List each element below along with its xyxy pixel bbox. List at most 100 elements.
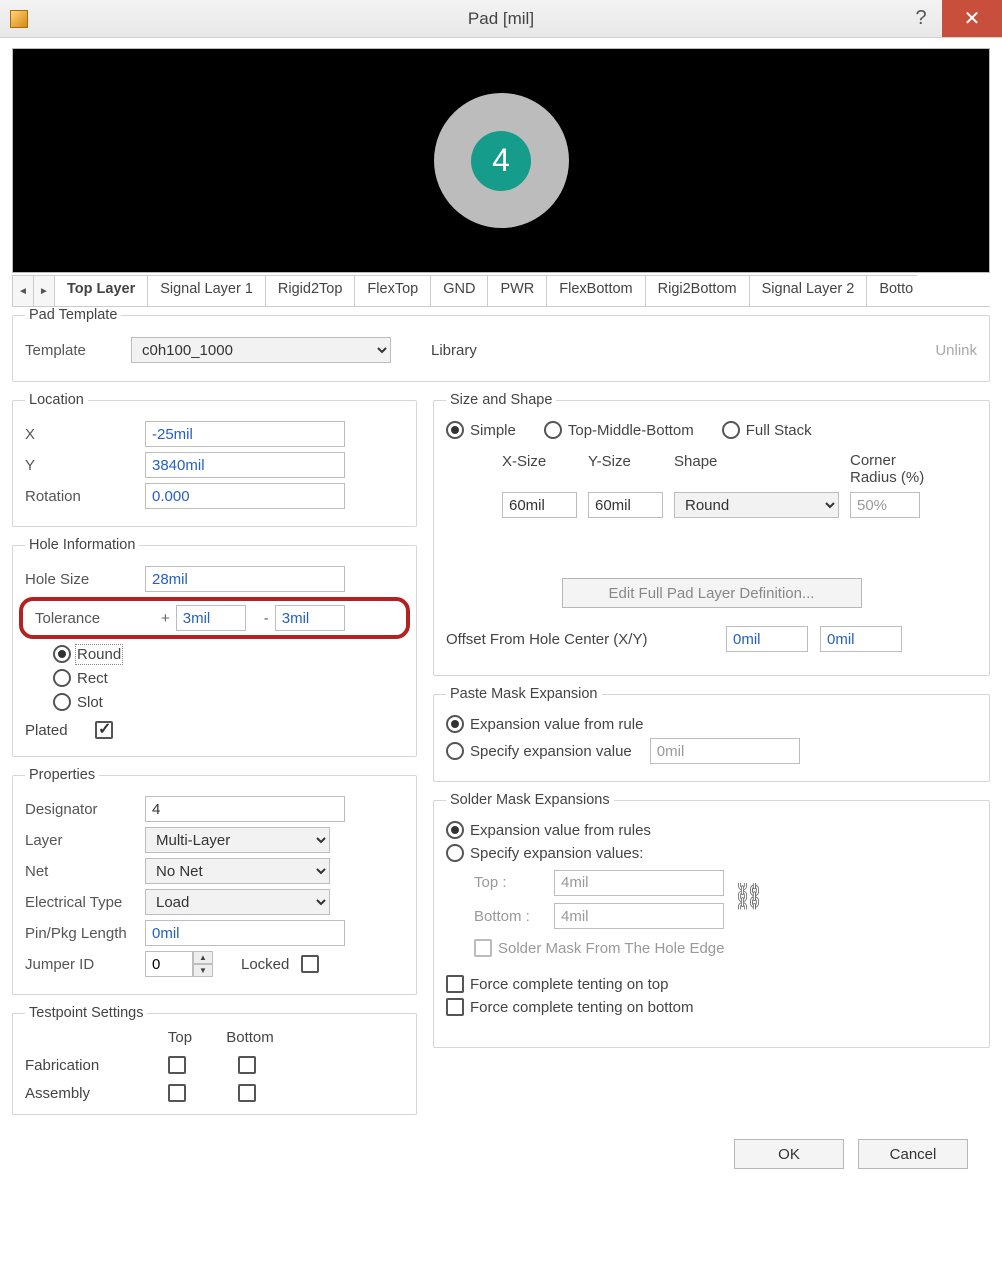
solder-top-input xyxy=(554,870,724,896)
tmb-radio[interactable] xyxy=(544,421,562,439)
hole-size-input[interactable] xyxy=(145,566,345,592)
solder-spec-label: Specify expansion values: xyxy=(470,845,643,862)
paste-rule-label: Expansion value from rule xyxy=(470,716,643,733)
designator-label: Designator xyxy=(25,801,145,818)
tent-top-checkbox[interactable] xyxy=(446,975,464,993)
tab-flextop[interactable]: FlexTop xyxy=(354,275,431,306)
paste-spec-radio[interactable] xyxy=(446,742,464,760)
ok-button[interactable]: OK xyxy=(734,1139,844,1169)
minus-sign: - xyxy=(264,610,269,627)
testpoint-legend: Testpoint Settings xyxy=(25,1005,147,1021)
hole-info-group: Hole Information Hole Size Tolerance + -… xyxy=(12,537,417,757)
tab-pwr[interactable]: PWR xyxy=(487,275,547,306)
tabs-scroll-left[interactable]: ◄ xyxy=(12,275,34,306)
tolerance-highlight: Tolerance + - xyxy=(19,597,410,639)
testpoint-group: Testpoint Settings Top Bottom Fabricatio… xyxy=(12,1005,417,1115)
tab-gnd[interactable]: GND xyxy=(430,275,488,306)
full-stack-radio[interactable] xyxy=(722,421,740,439)
unlink-link[interactable]: Unlink xyxy=(935,342,977,359)
plated-checkbox[interactable] xyxy=(95,721,113,739)
hole-shape-round-radio[interactable] xyxy=(53,645,71,663)
spinner-down-icon[interactable]: ▼ xyxy=(193,964,213,977)
tab-signal-layer-1[interactable]: Signal Layer 1 xyxy=(147,275,266,306)
rotation-label: Rotation xyxy=(25,488,145,505)
net-select[interactable]: No Net xyxy=(145,858,330,884)
net-label: Net xyxy=(25,863,145,880)
electrical-type-select[interactable]: Load xyxy=(145,889,330,915)
plus-sign: + xyxy=(161,610,170,627)
size-shape-legend: Size and Shape xyxy=(446,392,556,408)
jumper-id-input[interactable] xyxy=(145,951,193,977)
electrical-type-label: Electrical Type xyxy=(25,894,145,911)
close-button[interactable]: ✕ xyxy=(942,0,1002,37)
corner-header: Corner Radius (%) xyxy=(850,453,940,486)
offset-x-input[interactable] xyxy=(726,626,808,652)
offset-y-input[interactable] xyxy=(820,626,902,652)
paste-value-input xyxy=(650,738,800,764)
dialog-footer: OK Cancel xyxy=(12,1125,990,1169)
tolerance-minus-input[interactable] xyxy=(275,605,345,631)
y-input[interactable] xyxy=(145,452,345,478)
help-button[interactable]: ? xyxy=(900,0,942,37)
paste-legend: Paste Mask Expansion xyxy=(446,686,602,702)
pin-pkg-length-input[interactable] xyxy=(145,920,345,946)
fab-top-checkbox[interactable] xyxy=(168,1056,186,1074)
designator-input[interactable] xyxy=(145,796,345,822)
solder-bottom-input xyxy=(554,903,724,929)
solder-rules-label: Expansion value from rules xyxy=(470,822,651,839)
properties-group: Properties Designator Layer Multi-Layer … xyxy=(12,767,417,995)
x-input[interactable] xyxy=(145,421,345,447)
layer-select[interactable]: Multi-Layer xyxy=(145,827,330,853)
y-label: Y xyxy=(25,457,145,474)
locked-checkbox[interactable] xyxy=(301,955,319,973)
cancel-button[interactable]: Cancel xyxy=(858,1139,968,1169)
xsize-header: X-Size xyxy=(502,453,582,486)
asm-top-checkbox[interactable] xyxy=(168,1084,186,1102)
layer-tabs: ◄ ► Top Layer Signal Layer 1 Rigid2Top F… xyxy=(12,275,990,307)
window-title: Pad [mil] xyxy=(0,9,1002,29)
paste-spec-label: Specify expansion value xyxy=(470,743,632,760)
hole-shape-rect-radio[interactable] xyxy=(53,669,71,687)
size-shape-group: Size and Shape Simple Top-Middle-Bottom … xyxy=(433,392,990,676)
solder-spec-radio[interactable] xyxy=(446,844,464,862)
tab-rigid2top[interactable]: Rigid2Top xyxy=(265,275,356,306)
shape-header: Shape xyxy=(674,453,844,486)
solder-rules-radio[interactable] xyxy=(446,821,464,839)
rotation-input[interactable] xyxy=(145,483,345,509)
hole-shape-round-label: Round xyxy=(77,646,121,663)
template-label: Template xyxy=(25,342,115,359)
offset-label: Offset From Hole Center (X/Y) xyxy=(446,631,726,648)
spinner-up-icon[interactable]: ▲ xyxy=(193,951,213,964)
ysize-input[interactable] xyxy=(588,492,663,518)
tab-flexbottom[interactable]: FlexBottom xyxy=(546,275,645,306)
location-legend: Location xyxy=(25,392,88,408)
pad-preview: 4 xyxy=(12,48,990,273)
solder-legend: Solder Mask Expansions xyxy=(446,792,614,808)
full-stack-label: Full Stack xyxy=(746,422,812,439)
simple-radio[interactable] xyxy=(446,421,464,439)
tp-top-header: Top xyxy=(168,1029,192,1046)
xsize-input[interactable] xyxy=(502,492,577,518)
tolerance-plus-input[interactable] xyxy=(176,605,246,631)
asm-bottom-checkbox[interactable] xyxy=(238,1084,256,1102)
tolerance-label: Tolerance xyxy=(35,610,155,627)
shape-select[interactable]: Round xyxy=(674,492,839,518)
hole-size-label: Hole Size xyxy=(25,571,145,588)
tabs-scroll-right[interactable]: ► xyxy=(33,275,55,306)
fab-bottom-checkbox[interactable] xyxy=(238,1056,256,1074)
template-select[interactable]: c0h100_1000 xyxy=(131,337,391,363)
plated-label: Plated xyxy=(25,722,95,739)
paste-rule-radio[interactable] xyxy=(446,715,464,733)
tent-bottom-checkbox[interactable] xyxy=(446,998,464,1016)
hole-edge-label: Solder Mask From The Hole Edge xyxy=(498,940,725,957)
solder-mask-group: Solder Mask Expansions Expansion value f… xyxy=(433,792,990,1048)
tab-top-layer[interactable]: Top Layer xyxy=(54,275,148,306)
tab-signal-layer-2[interactable]: Signal Layer 2 xyxy=(749,275,868,306)
edit-full-pad-button[interactable]: Edit Full Pad Layer Definition... xyxy=(562,578,862,608)
link-icon[interactable]: ⛓ xyxy=(732,881,765,912)
jumper-id-spinner[interactable]: ▲▼ xyxy=(145,951,213,977)
hole-shape-slot-radio[interactable] xyxy=(53,693,71,711)
fabrication-label: Fabrication xyxy=(25,1057,99,1074)
tab-bottom[interactable]: Botto xyxy=(866,275,917,306)
tab-rigi2bottom[interactable]: Rigi2Bottom xyxy=(645,275,750,306)
